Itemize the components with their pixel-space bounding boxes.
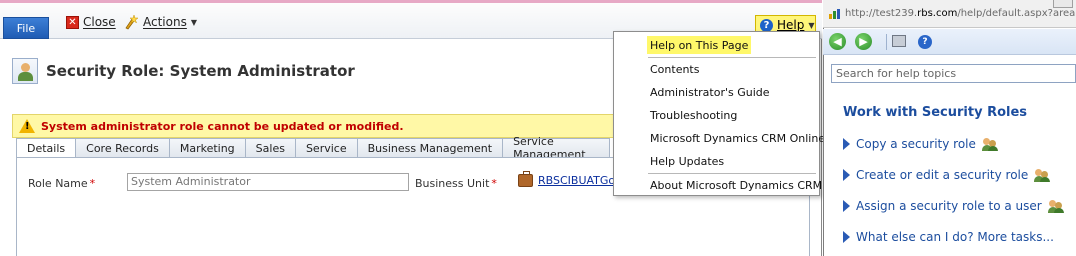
actions-icon <box>125 14 139 30</box>
tab-marketing[interactable]: Marketing <box>169 138 246 158</box>
tab-core-records[interactable]: Core Records <box>76 138 170 158</box>
crm-window: File ✕ Close Actions ▼ ? Help ▼ Security… <box>0 0 825 256</box>
back-icon[interactable]: ◀ <box>829 33 846 50</box>
page-title: Security Role: System Administrator <box>46 62 355 80</box>
business-unit-icon <box>518 171 533 187</box>
arrow-icon <box>843 169 850 181</box>
role-name-label: Role Name * <box>28 177 96 190</box>
help-icon: ? <box>760 18 773 32</box>
close-icon: ✕ <box>66 15 79 29</box>
tab-service-management[interactable]: Service Management <box>503 135 611 161</box>
help-link-create-role[interactable]: Create or edit a security role <box>843 166 1051 184</box>
help-link-copy-role[interactable]: Copy a security role <box>843 135 998 153</box>
close-button[interactable]: ✕ Close <box>66 13 116 31</box>
file-tab[interactable]: File <box>3 17 49 39</box>
help-window: http://test239.rbs.com/help/default.aspx… <box>823 0 1076 256</box>
warning-text: System administrator role cannot be upda… <box>41 119 404 133</box>
help-label: Help <box>777 18 805 32</box>
window-border <box>823 28 824 256</box>
users-icon <box>981 137 998 151</box>
help-link-more-tasks[interactable]: What else can I do? More tasks... <box>843 228 1054 246</box>
help-toolbar: ◀ ▶ ? <box>823 29 1076 55</box>
menu-item-about[interactable]: About Microsoft Dynamics CRM <box>650 176 822 194</box>
tab-service[interactable]: Service <box>295 138 358 158</box>
help-icon[interactable]: ? <box>918 35 932 49</box>
chevron-down-icon: ▼ <box>808 20 815 30</box>
help-heading: Work with Security Roles <box>843 105 1028 120</box>
menu-item-crm-online[interactable]: Microsoft Dynamics CRM Online <box>650 129 825 147</box>
users-icon <box>1034 168 1051 182</box>
arrow-icon <box>843 231 850 243</box>
page-icon <box>829 9 841 19</box>
menu-item-contents[interactable]: Contents <box>650 60 699 78</box>
business-unit-lookup: RBSCIBUATGo <box>518 171 615 187</box>
page-header: Security Role: System Administrator <box>12 58 355 84</box>
required-marker: * <box>89 177 96 190</box>
role-name-field[interactable]: System Administrator <box>127 173 409 191</box>
help-menu: Help on This Page Contents Administrator… <box>613 31 825 196</box>
tab-business-management[interactable]: Business Management <box>357 138 504 158</box>
address-url[interactable]: http://test239.rbs.com/help/default.aspx… <box>845 8 1076 19</box>
required-marker: * <box>491 177 497 190</box>
tab-sales[interactable]: Sales <box>245 138 296 158</box>
form-tabs: Details Core Records Marketing Sales Ser… <box>16 135 611 161</box>
address-bar: http://test239.rbs.com/help/default.aspx… <box>823 0 1076 28</box>
menu-item-administrators-guide[interactable]: Administrator's Guide <box>650 83 770 101</box>
menu-item-help-updates[interactable]: Help Updates <box>650 152 724 170</box>
toolbar-divider <box>886 34 887 50</box>
business-unit-label: Business Unit * <box>415 177 497 190</box>
print-icon[interactable] <box>892 35 906 47</box>
warning-icon <box>19 119 35 133</box>
security-role-icon <box>12 58 38 84</box>
menu-item-troubleshooting[interactable]: Troubleshooting <box>650 106 737 124</box>
arrow-icon <box>843 200 850 212</box>
users-icon <box>1047 199 1064 213</box>
chevron-down-icon: ▼ <box>190 17 197 27</box>
menu-item-help-on-this-page[interactable]: Help on This Page <box>647 36 752 54</box>
close-label: Close <box>83 15 116 29</box>
help-link-assign-role[interactable]: Assign a security role to a user <box>843 197 1064 215</box>
actions-label: Actions <box>143 15 187 29</box>
menu-divider <box>648 173 816 174</box>
menu-divider <box>648 57 816 58</box>
arrow-icon <box>843 138 850 150</box>
help-search-input[interactable]: Search for help topics <box>831 64 1076 83</box>
screen: File ✕ Close Actions ▼ ? Help ▼ Security… <box>0 0 1076 256</box>
business-unit-link[interactable]: RBSCIBUATGo <box>538 174 615 187</box>
actions-button[interactable]: Actions ▼ <box>123 13 197 31</box>
forward-icon[interactable]: ▶ <box>855 33 872 50</box>
tab-details[interactable]: Details <box>16 138 77 158</box>
window-control[interactable] <box>1053 0 1073 8</box>
